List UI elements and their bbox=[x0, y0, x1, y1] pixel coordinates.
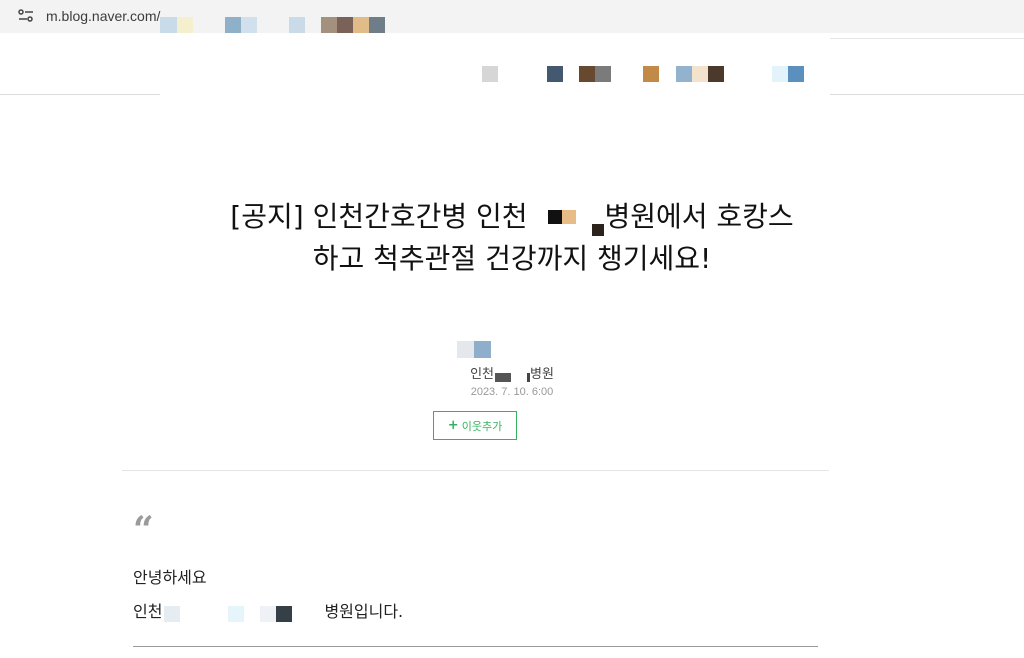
greeting-text: 안녕하세요 bbox=[133, 568, 207, 587]
post-title-line-2: 하고 척추관절 건강까지 챙기세요! bbox=[312, 242, 712, 275]
browser-address-bar: m.blog.naver.com/ bbox=[0, 0, 1024, 33]
author-name[interactable]: 인천 병원 bbox=[0, 363, 1024, 382]
author-name-prefix: 인천 bbox=[470, 367, 494, 382]
title-part-1: [공지] 인천간호간병 인천 bbox=[230, 200, 528, 233]
add-neighbor-label: 이웃추가 bbox=[461, 419, 503, 433]
intro-suffix: 병원입니다. bbox=[324, 602, 404, 621]
author-name-redaction bbox=[494, 368, 530, 382]
quote-bottom-line bbox=[133, 646, 818, 647]
add-neighbor-button[interactable]: + 이웃추가 bbox=[433, 411, 517, 440]
blog-header bbox=[0, 33, 1024, 95]
url-text[interactable]: m.blog.naver.com/ bbox=[46, 8, 160, 24]
site-info-icon[interactable] bbox=[18, 9, 34, 23]
post-header-divider bbox=[122, 470, 829, 471]
author-avatar[interactable] bbox=[457, 341, 491, 358]
header-divider-left bbox=[0, 94, 160, 95]
intro-redaction bbox=[162, 604, 324, 622]
header-divider-right bbox=[830, 94, 1024, 95]
header-top-line-right bbox=[830, 38, 1024, 39]
author-name-suffix: 병원 bbox=[530, 367, 554, 382]
post-title-line-1: [공지] 인천간호간병 인천 병원에서 호캉스 bbox=[0, 196, 1024, 238]
post-date: 2023. 7. 10. 6:00 bbox=[470, 386, 554, 398]
post-title: [공지] 인천간호간병 인천 병원에서 호캉스 하고 척추관절 건강까지 챙기세… bbox=[0, 196, 1024, 280]
plus-icon: + bbox=[447, 418, 459, 433]
intro-text: 인천 병원입니다. bbox=[133, 598, 453, 622]
title-part-2: 병원에서 호캉스 bbox=[604, 200, 794, 233]
intro-prefix: 인천 bbox=[133, 602, 163, 621]
title-redaction bbox=[536, 204, 605, 236]
quote-icon: “ bbox=[133, 509, 154, 551]
